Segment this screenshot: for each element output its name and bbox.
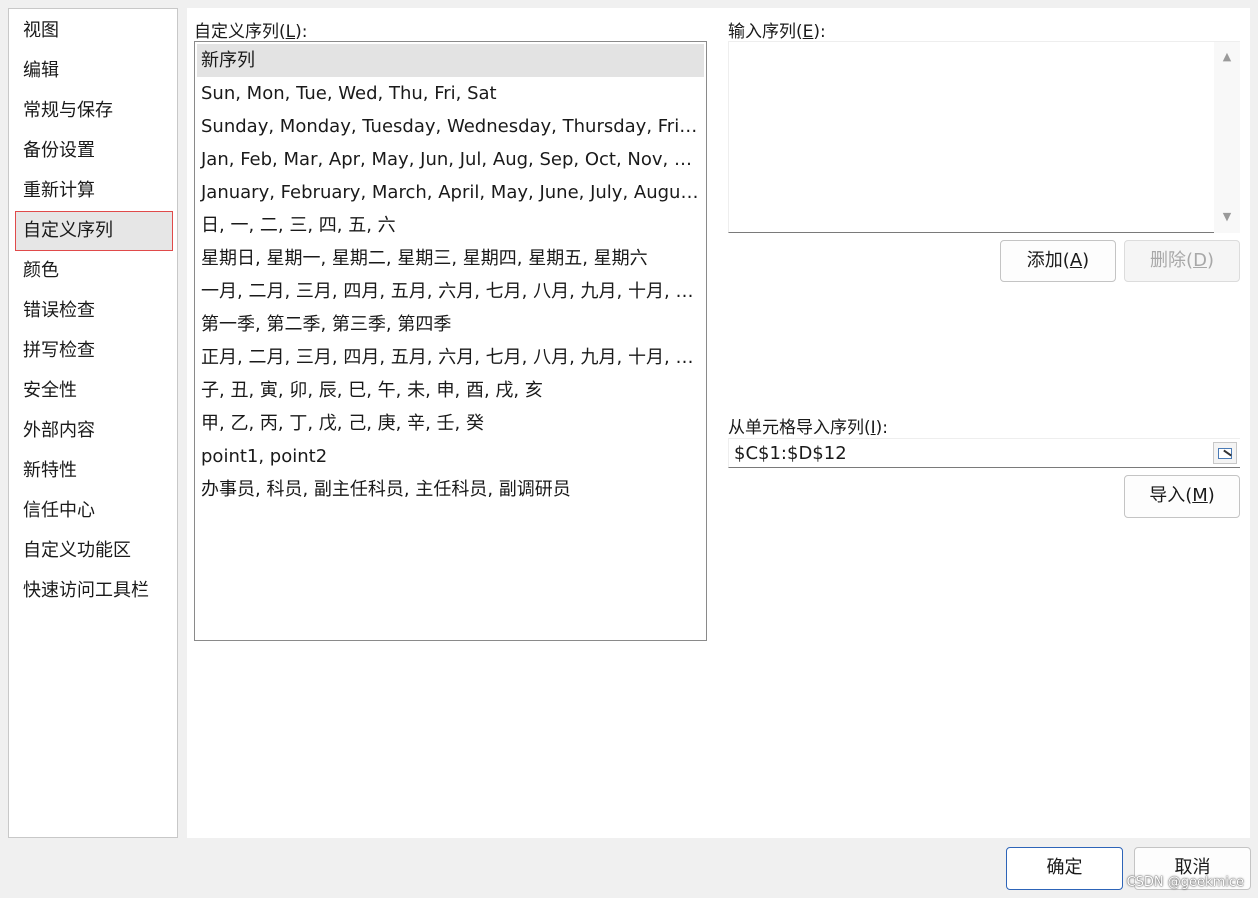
sidebar-item[interactable]: 新特性 — [15, 451, 173, 491]
list-item[interactable]: point1, point2 — [197, 440, 704, 473]
delete-button[interactable]: 删除(D) — [1124, 240, 1240, 282]
list-item[interactable]: 办事员, 科员, 副主任科员, 主任科员, 副调研员 — [197, 473, 704, 506]
sidebar-item[interactable]: 常规与保存 — [15, 91, 173, 131]
list-item[interactable]: 星期日, 星期一, 星期二, 星期三, 星期四, 星期五, 星期六 — [197, 242, 704, 275]
sidebar-item[interactable]: 颜色 — [15, 251, 173, 291]
sidebar-item[interactable]: 自定义序列 — [15, 211, 173, 251]
import-range-label: 从单元格导入序列(I): — [728, 418, 889, 438]
watermark: CSDN @geekmice — [1126, 875, 1244, 890]
sidebar-item[interactable]: 视图 — [15, 11, 173, 51]
range-select-icon[interactable] — [1213, 442, 1237, 464]
custom-lists-listbox[interactable]: 新序列 Sun, Mon, Tue, Wed, Thu, Fri, Sat Sund… — [194, 41, 707, 641]
list-item[interactable]: Jan, Feb, Mar, Apr, May, Jun, Jul, Aug, … — [197, 143, 704, 176]
list-entries-scrollbar[interactable]: ▲ ▼ — [1214, 42, 1240, 233]
sidebar-item[interactable]: 重新计算 — [15, 171, 173, 211]
sidebar-item[interactable]: 自定义功能区 — [15, 531, 173, 571]
sidebar-item[interactable]: 信任中心 — [15, 491, 173, 531]
sidebar-item[interactable]: 快速访问工具栏 — [15, 571, 173, 611]
list-item[interactable]: 第一季, 第二季, 第三季, 第四季 — [197, 308, 704, 341]
sidebar-item[interactable]: 拼写检查 — [15, 331, 173, 371]
list-item[interactable]: January, February, March, April, May, Ju… — [197, 176, 704, 209]
list-item[interactable]: 一月, 二月, 三月, 四月, 五月, 六月, 七月, 八月, 九月, 十月, … — [197, 275, 704, 308]
sidebar-item[interactable]: 备份设置 — [15, 131, 173, 171]
list-entries-label: 输入序列(E): — [728, 22, 826, 42]
import-range-value: $C$1:$D$12 — [734, 443, 847, 464]
list-item[interactable]: 子, 丑, 寅, 卯, 辰, 巳, 午, 未, 申, 酉, 戌, 亥 — [197, 374, 704, 407]
add-button[interactable]: 添加(A) — [1000, 240, 1116, 282]
scroll-down-arrow-icon[interactable]: ▼ — [1214, 206, 1240, 228]
import-button[interactable]: 导入(M) — [1124, 475, 1240, 518]
sidebar-item[interactable]: 外部内容 — [15, 411, 173, 451]
list-item[interactable]: 新序列 — [197, 44, 704, 77]
list-item[interactable]: 正月, 二月, 三月, 四月, 五月, 六月, 七月, 八月, 九月, 十月, … — [197, 341, 704, 374]
ok-button[interactable]: 确定 — [1006, 847, 1123, 890]
sidebar-item[interactable]: 编辑 — [15, 51, 173, 91]
list-entries-textarea[interactable]: ▲ ▼ — [728, 41, 1240, 233]
sidebar-item[interactable]: 安全性 — [15, 371, 173, 411]
sidebar-item[interactable]: 错误检查 — [15, 291, 173, 331]
list-item[interactable]: 日, 一, 二, 三, 四, 五, 六 — [197, 209, 704, 242]
custom-lists-panel: 自定义序列(L): 新序列 Sun, Mon, Tue, Wed, Thu, Fr… — [187, 8, 1250, 838]
import-range-field[interactable]: $C$1:$D$12 — [728, 438, 1240, 468]
list-item[interactable]: 甲, 乙, 丙, 丁, 戊, 己, 庚, 辛, 壬, 癸 — [197, 407, 704, 440]
list-item[interactable]: Sun, Mon, Tue, Wed, Thu, Fri, Sat — [197, 77, 704, 110]
scroll-up-arrow-icon[interactable]: ▲ — [1214, 46, 1240, 68]
options-sidebar: 视图 编辑 常规与保存 备份设置 重新计算 自定义序列 颜色 错误检查 拼写检查 安全性 外部内容新… — [8, 8, 178, 838]
custom-lists-label: 自定义序列(L): — [194, 22, 308, 42]
list-item[interactable]: Sunday, Monday, Tuesday, Wednesday, Thur… — [197, 110, 704, 143]
